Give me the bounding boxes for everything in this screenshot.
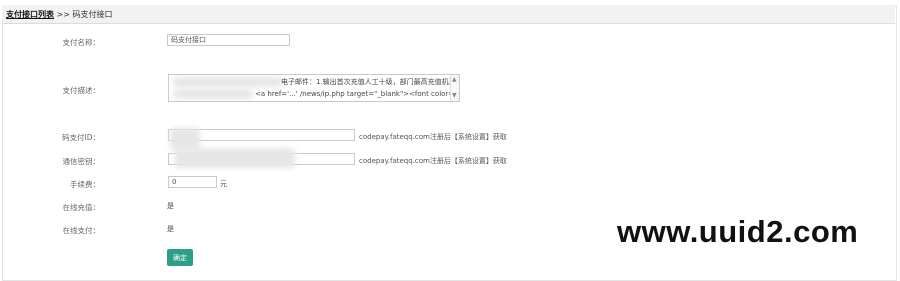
payment-description-textarea[interactable]: 电子邮件：1.输出首次充值人工十级，部门最高充值机系 <a href='...'… bbox=[168, 74, 460, 102]
submit-button[interactable]: 确定 bbox=[167, 249, 193, 266]
title-bar bbox=[2, 5, 895, 24]
breadcrumb: 支付接口列表 >> 码支付接口 bbox=[6, 9, 113, 20]
breadcrumb-current: 码支付接口 bbox=[72, 10, 113, 19]
redacted-blur bbox=[170, 128, 200, 150]
communication-key-label: 通信密钥： bbox=[62, 157, 101, 166]
communication-key-hint: codepay.fateqq.com注册后【系统设置】获取 bbox=[359, 157, 507, 165]
textarea-scrollbar[interactable]: ▲ ▼ bbox=[450, 75, 459, 101]
redacted-blur bbox=[173, 77, 283, 87]
description-line-1: 电子邮件：1.输出首次充值人工十级，部门最高充值机系 bbox=[281, 78, 456, 86]
scroll-down-icon[interactable]: ▼ bbox=[452, 92, 457, 99]
fee-unit: 元 bbox=[220, 180, 227, 188]
redacted-blur bbox=[173, 89, 253, 99]
payment-name-input[interactable] bbox=[167, 34, 290, 46]
fee-input[interactable] bbox=[168, 176, 217, 188]
breadcrumb-link-payment-list[interactable]: 支付接口列表 bbox=[6, 10, 54, 19]
site-watermark: www.uuid2.com bbox=[617, 214, 859, 249]
payment-description-label: 支付描述： bbox=[62, 86, 101, 95]
redacted-blur bbox=[175, 148, 295, 168]
codepay-id-label: 码支付ID： bbox=[62, 133, 100, 142]
online-recharge-option[interactable]: 是 bbox=[167, 201, 174, 211]
fee-label: 手续费： bbox=[70, 180, 100, 189]
breadcrumb-separator: >> bbox=[54, 10, 73, 19]
codepay-id-hint: codepay.fateqq.com注册后【系统设置】获取 bbox=[359, 133, 507, 141]
online-payment-option[interactable]: 是 bbox=[167, 224, 174, 234]
payment-name-label: 支付名称： bbox=[62, 38, 101, 47]
description-line-2: <a href='...' /news/ip.php target="_blan… bbox=[255, 90, 460, 98]
online-payment-label: 在线支付： bbox=[62, 226, 101, 235]
online-recharge-label: 在线充值： bbox=[62, 203, 101, 212]
scroll-up-icon[interactable]: ▲ bbox=[452, 76, 457, 83]
